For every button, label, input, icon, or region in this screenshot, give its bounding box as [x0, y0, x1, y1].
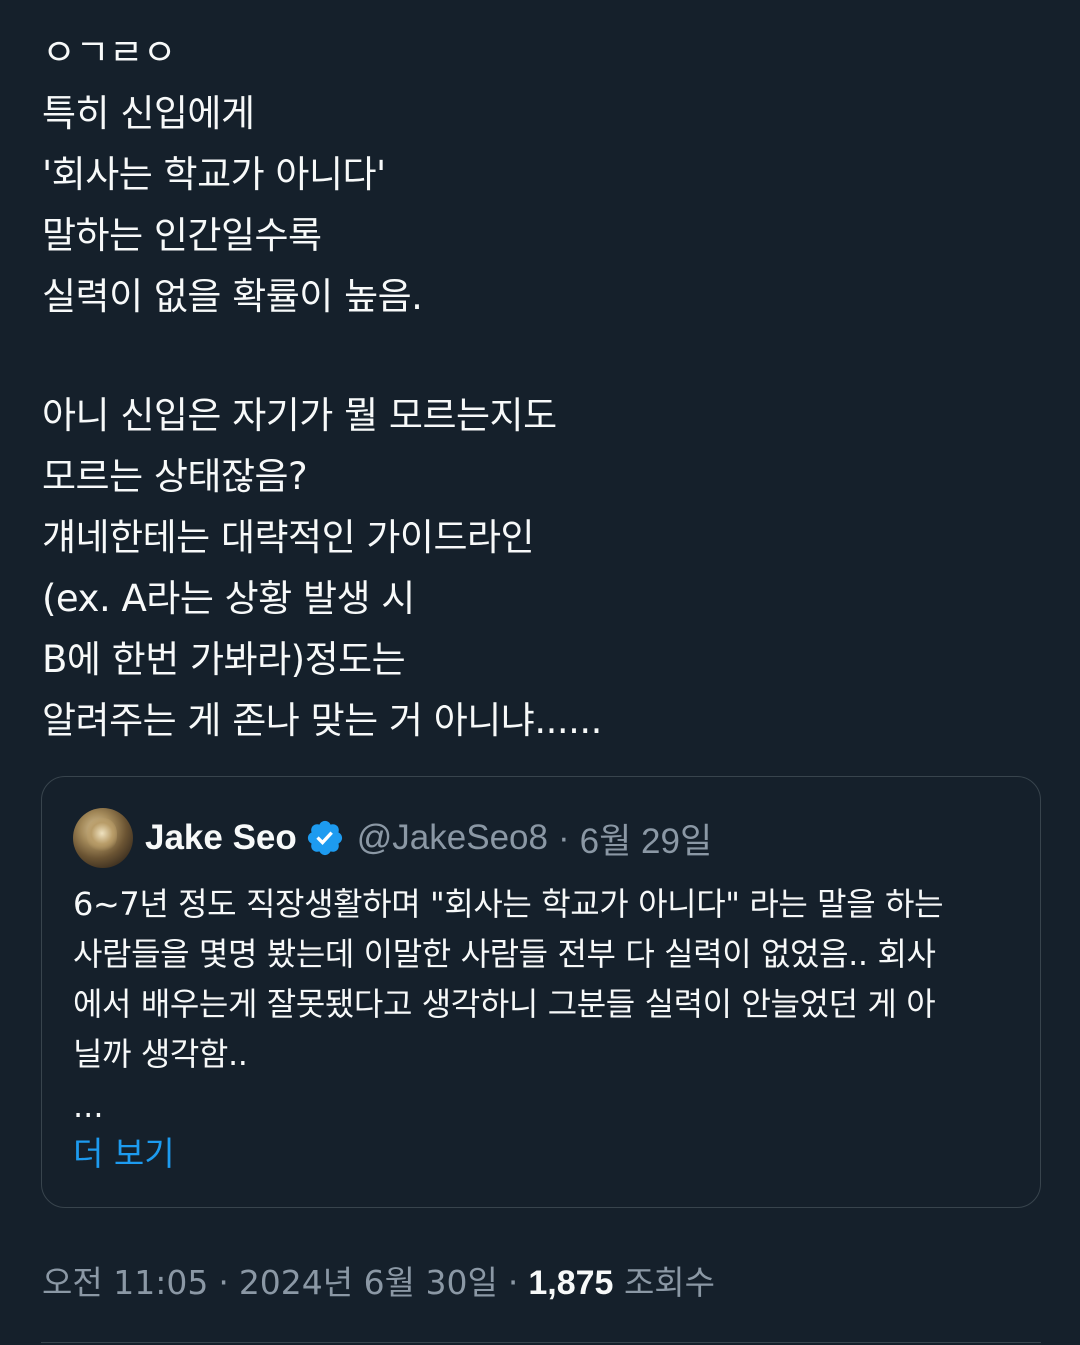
separator-dot: ·: [507, 1263, 519, 1302]
tweet-line: 특히 신입에게: [42, 92, 255, 135]
tweet-line: 아니 신입은 자기가 뭘 모르는지도: [42, 394, 557, 437]
quoted-tweet-text: 6~7년 정도 직장생활하며 "회사는 학교가 아니다" 라는 말을 하는 사람…: [73, 879, 1013, 1079]
views-count: 1,875: [528, 1264, 614, 1302]
truncation-ellipsis: ...: [73, 1087, 104, 1125]
separator-dot: ·: [557, 818, 570, 857]
tweet-line: 알려주는 게 존나 맞는 거 아니냐......: [42, 699, 602, 742]
tweet-line: 실력이 없을 확률이 높음.: [42, 275, 423, 318]
tweet-text: ㅇㄱㄹㅇ 특히 신입에게 '회사는 학교가 아니다' 말하는 인간일수록 실력이…: [42, 22, 1042, 751]
show-more-link[interactable]: 더 보기: [73, 1127, 175, 1175]
tweet-date[interactable]: 2024년 6월 30일: [239, 1256, 498, 1304]
tweet-line: ㅇㄱㄹㅇ: [42, 31, 177, 74]
quoted-text-line: 6~7년 정도 직장생활하며 "회사는 학교가 아니다" 라는 말을 하는: [73, 885, 944, 923]
quoted-text-line: 사람들을 몇명 봤는데 이말한 사람들 전부 다 실력이 없었음.. 회사: [73, 935, 936, 973]
tweet-line: 말하는 인간일수록: [42, 214, 322, 257]
tweet-metadata: 오전 11:05 · 2024년 6월 30일 · 1,875 조회수: [42, 1256, 715, 1304]
tweet-line: 걔네한테는 대략적인 가이드라인: [42, 516, 535, 559]
separator-dot: ·: [218, 1263, 229, 1302]
quoted-tweet-card[interactable]: Jake Seo @JakeSeo8 · 6월 29일 6~7년 정도 직장생활…: [41, 776, 1041, 1208]
quoted-text-line: 에서 배우는게 잘못됐다고 생각하니 그분들 실력이 안늘었던 게 아: [73, 985, 936, 1023]
tweet-line: B에 한번 가봐라)정도는: [42, 638, 406, 681]
quoted-tweet-header: Jake Seo @JakeSeo8 · 6월 29일: [73, 808, 712, 868]
quoted-author-name[interactable]: Jake Seo: [145, 818, 297, 858]
tweet-line: '회사는 학교가 아니다': [42, 153, 386, 196]
quoted-text-line: 닐까 생각함..: [73, 1035, 248, 1073]
divider: [41, 1342, 1041, 1343]
verified-badge-icon: [305, 818, 345, 858]
tweet-time[interactable]: 오전 11:05: [42, 1256, 208, 1304]
views-label: 조회수: [623, 1263, 716, 1302]
tweet-line: 모르는 상태잖음?: [42, 455, 308, 498]
tweet-line: (ex. A라는 상황 발생 시: [42, 577, 415, 620]
avatar[interactable]: [73, 808, 133, 868]
quoted-tweet-date[interactable]: 6월 29일: [580, 813, 713, 864]
quoted-author-handle[interactable]: @JakeSeo8: [357, 818, 548, 858]
